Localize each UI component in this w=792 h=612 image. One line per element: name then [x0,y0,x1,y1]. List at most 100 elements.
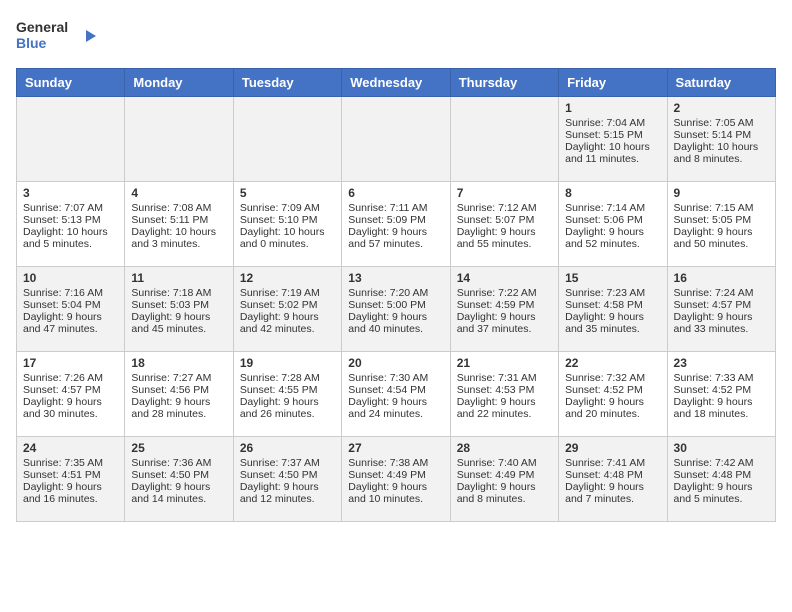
day-info: Daylight: 9 hours and 5 minutes. [674,481,769,505]
svg-text:Blue: Blue [16,35,47,51]
day-info: Sunrise: 7:07 AM [23,202,118,214]
day-info: Sunrise: 7:40 AM [457,457,552,469]
calendar-cell: 9Sunrise: 7:15 AMSunset: 5:05 PMDaylight… [667,182,775,267]
calendar-cell: 3Sunrise: 7:07 AMSunset: 5:13 PMDaylight… [17,182,125,267]
calendar-cell: 13Sunrise: 7:20 AMSunset: 5:00 PMDayligh… [342,267,450,352]
day-info: Daylight: 10 hours and 8 minutes. [674,141,769,165]
calendar-cell: 30Sunrise: 7:42 AMSunset: 4:48 PMDayligh… [667,437,775,522]
day-number: 13 [348,271,443,285]
day-info: Sunset: 4:50 PM [240,469,335,481]
calendar-cell: 17Sunrise: 7:26 AMSunset: 4:57 PMDayligh… [17,352,125,437]
day-number: 18 [131,356,226,370]
header-day-friday: Friday [559,69,667,97]
header-day-thursday: Thursday [450,69,558,97]
day-info: Sunset: 5:13 PM [23,214,118,226]
calendar-cell: 6Sunrise: 7:11 AMSunset: 5:09 PMDaylight… [342,182,450,267]
day-info: Sunset: 5:07 PM [457,214,552,226]
page-header: General Blue [16,16,776,56]
day-info: Sunrise: 7:37 AM [240,457,335,469]
day-info: Sunset: 4:55 PM [240,384,335,396]
day-number: 11 [131,271,226,285]
day-info: Sunrise: 7:24 AM [674,287,769,299]
calendar-cell: 5Sunrise: 7:09 AMSunset: 5:10 PMDaylight… [233,182,341,267]
day-number: 24 [23,441,118,455]
calendar-cell: 11Sunrise: 7:18 AMSunset: 5:03 PMDayligh… [125,267,233,352]
day-info: Sunrise: 7:36 AM [131,457,226,469]
day-info: Daylight: 9 hours and 10 minutes. [348,481,443,505]
day-number: 7 [457,186,552,200]
day-info: Sunrise: 7:16 AM [23,287,118,299]
day-info: Daylight: 9 hours and 7 minutes. [565,481,660,505]
day-info: Sunrise: 7:27 AM [131,372,226,384]
calendar-cell: 26Sunrise: 7:37 AMSunset: 4:50 PMDayligh… [233,437,341,522]
day-info: Sunrise: 7:26 AM [23,372,118,384]
day-info: Daylight: 9 hours and 22 minutes. [457,396,552,420]
day-number: 4 [131,186,226,200]
day-info: Sunrise: 7:09 AM [240,202,335,214]
day-info: Sunset: 5:06 PM [565,214,660,226]
calendar-week-2: 3Sunrise: 7:07 AMSunset: 5:13 PMDaylight… [17,182,776,267]
day-info: Sunrise: 7:38 AM [348,457,443,469]
day-info: Sunrise: 7:30 AM [348,372,443,384]
day-info: Daylight: 9 hours and 33 minutes. [674,311,769,335]
day-info: Sunset: 4:50 PM [131,469,226,481]
day-info: Sunset: 5:10 PM [240,214,335,226]
day-info: Sunrise: 7:22 AM [457,287,552,299]
day-info: Daylight: 9 hours and 14 minutes. [131,481,226,505]
calendar-week-4: 17Sunrise: 7:26 AMSunset: 4:57 PMDayligh… [17,352,776,437]
day-info: Sunset: 4:58 PM [565,299,660,311]
calendar-cell: 14Sunrise: 7:22 AMSunset: 4:59 PMDayligh… [450,267,558,352]
day-number: 29 [565,441,660,455]
day-info: Sunset: 5:00 PM [348,299,443,311]
calendar-cell: 23 Sunrise: 7:33 AMSunset: 4:52 PMDayligh… [667,352,775,437]
day-info: Sunset: 4:56 PM [131,384,226,396]
day-info: Daylight: 10 hours and 3 minutes. [131,226,226,250]
day-info: Daylight: 9 hours and 45 minutes. [131,311,226,335]
day-info: Daylight: 9 hours and 50 minutes. [674,226,769,250]
calendar-week-1: 1Sunrise: 7:04 AMSunset: 5:15 PMDaylight… [17,97,776,182]
day-info: Daylight: 9 hours and 37 minutes. [457,311,552,335]
calendar-cell: 8Sunrise: 7:14 AMSunset: 5:06 PMDaylight… [559,182,667,267]
day-number: 9 [674,186,769,200]
day-number: 6 [348,186,443,200]
calendar-cell: 2Sunrise: 7:05 AMSunset: 5:14 PMDaylight… [667,97,775,182]
day-info: Sunset: 4:53 PM [457,384,552,396]
day-info: Sunrise: 7:32 AM [565,372,660,384]
calendar-cell: 10Sunrise: 7:16 AMSunset: 5:04 PMDayligh… [17,267,125,352]
day-info: Sunrise: 7:19 AM [240,287,335,299]
logo-svg: General Blue [16,16,96,56]
calendar-cell: 28Sunrise: 7:40 AMSunset: 4:49 PMDayligh… [450,437,558,522]
calendar-cell: 29Sunrise: 7:41 AMSunset: 4:48 PMDayligh… [559,437,667,522]
day-info: Sunset: 5:02 PM [240,299,335,311]
day-number: 5 [240,186,335,200]
day-info: Sunset: 5:04 PM [23,299,118,311]
day-info: Daylight: 9 hours and 26 minutes. [240,396,335,420]
calendar-cell: 7Sunrise: 7:12 AMSunset: 5:07 PMDaylight… [450,182,558,267]
calendar-cell: 16Sunrise: 7:24 AMSunset: 4:57 PMDayligh… [667,267,775,352]
day-info: Sunrise: 7:14 AM [565,202,660,214]
calendar-cell: 12Sunrise: 7:19 AMSunset: 5:02 PMDayligh… [233,267,341,352]
header-day-tuesday: Tuesday [233,69,341,97]
calendar-cell: 22Sunrise: 7:32 AMSunset: 4:52 PMDayligh… [559,352,667,437]
calendar-cell: 19Sunrise: 7:28 AMSunset: 4:55 PMDayligh… [233,352,341,437]
day-info: Sunset: 4:57 PM [674,299,769,311]
day-number: 1 [565,101,660,115]
calendar-cell: 25Sunrise: 7:36 AMSunset: 4:50 PMDayligh… [125,437,233,522]
day-info: Sunrise: 7:33 AM [674,372,769,384]
day-info: Sunset: 4:48 PM [565,469,660,481]
day-number: 17 [23,356,118,370]
day-info: Sunset: 4:49 PM [457,469,552,481]
day-info: Sunset: 4:52 PM [674,384,769,396]
day-info: Sunrise: 7:05 AM [674,117,769,129]
day-number: 26 [240,441,335,455]
day-info: Sunset: 5:03 PM [131,299,226,311]
header-day-wednesday: Wednesday [342,69,450,97]
day-info: Sunrise: 7:42 AM [674,457,769,469]
day-info: Daylight: 9 hours and 18 minutes. [674,396,769,420]
calendar-cell: 4Sunrise: 7:08 AMSunset: 5:11 PMDaylight… [125,182,233,267]
day-info: Sunrise: 7:08 AM [131,202,226,214]
day-info: Daylight: 9 hours and 20 minutes. [565,396,660,420]
calendar-table: SundayMondayTuesdayWednesdayThursdayFrid… [16,68,776,522]
calendar-cell [125,97,233,182]
day-number: 23 [674,356,769,370]
